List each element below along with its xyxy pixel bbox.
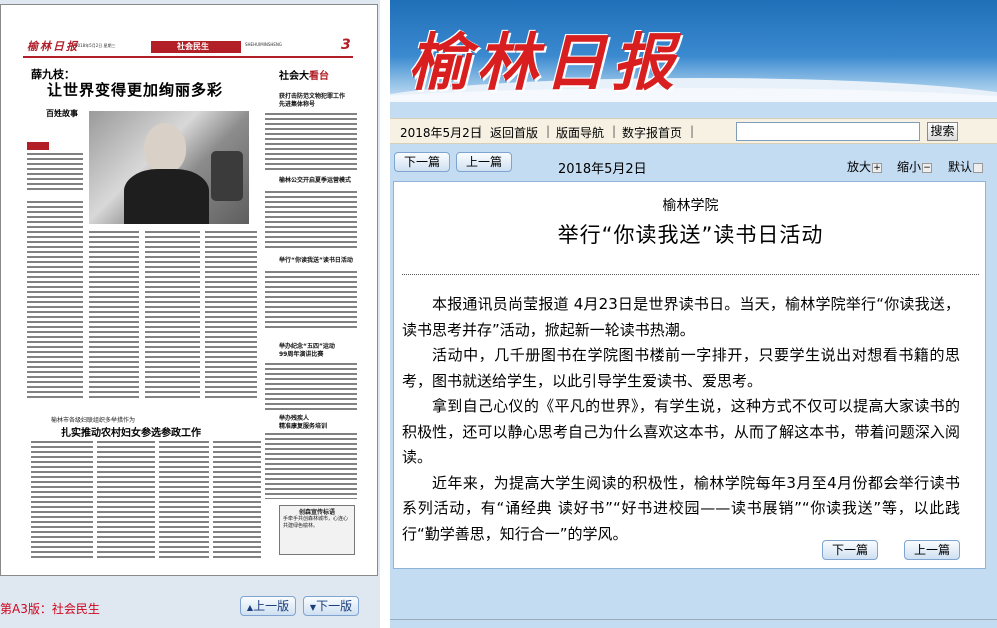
- paper-photo: [89, 111, 249, 224]
- paper-subhead-5[interactable]: 举办残疾人 精准康复服务培训: [279, 415, 349, 431]
- paper-text-block: [31, 441, 93, 559]
- paper-slogan-box: 创森宣传标语 手牵手共创森林城市，心连心共建绿色榆林。: [279, 505, 355, 555]
- paper-red-tag: [27, 142, 49, 150]
- article-toolbar: 下一篇 上一篇 2018年5月2日 放大 + 缩小 − 默认: [390, 150, 997, 180]
- paper-date: 2018年5月2日 星期三: [75, 43, 116, 48]
- article-date: 2018年5月2日: [558, 162, 647, 177]
- nav-bar: 2018年5月2日 | 返回首版 | 版面导航 | 数字报首页 | 搜索: [390, 118, 997, 144]
- paper-text-block: [159, 441, 209, 559]
- bottom-prev-article-button[interactable]: 上一篇: [904, 540, 960, 560]
- paper-page-number: 3: [341, 37, 351, 53]
- paper-text-block: [265, 191, 357, 249]
- current-page-label: 第A3版：社会民生: [0, 602, 100, 616]
- default-box-icon: [973, 162, 984, 173]
- paper-text-block: [265, 433, 357, 499]
- article-paragraph: 活动中，几千册图书在学院图书楼前一字排开，只要学生说出对想看书籍的思考，图书就送…: [402, 346, 960, 390]
- search-button[interactable]: 搜索: [927, 122, 958, 141]
- prev-page-button[interactable]: ▲上一版: [240, 596, 296, 616]
- nav-date: 2018年5月2日: [400, 126, 482, 140]
- paper-logo: 榆林日报: [27, 40, 79, 53]
- paper-section: 社会民生: [151, 41, 241, 53]
- paper-text-block: [213, 441, 261, 559]
- article-body: 本报通讯员尚莹报道 4月23日是世界读书日。当天，榆林学院举行“你读我送，读书思…: [402, 292, 960, 547]
- nav-link-front-page[interactable]: 返回首版: [490, 124, 538, 141]
- paper-side-title: 社会大看台: [279, 71, 329, 82]
- paper-subhead-2[interactable]: 榆林公交开启夏季运营模式: [279, 177, 351, 185]
- paper-text-block: [205, 231, 257, 401]
- site-banner: 榆林日报: [390, 0, 997, 102]
- newspaper-page-image[interactable]: 榆林日报 2018年5月2日 星期三 社会民生 SHEHUIMINSHENG 3…: [0, 4, 378, 576]
- article-paragraph: 近年来，为提高大学生阅读的积极性，榆林学院每年3月至4月份都会举行读书系列活动，…: [402, 473, 960, 543]
- paper-text-block: [265, 363, 357, 413]
- paper-subhead-3[interactable]: 举行“你读我送”读书日活动: [279, 257, 353, 265]
- paper-text-block: [27, 201, 83, 401]
- paper-text-block: [265, 271, 357, 331]
- article-footer: [390, 570, 997, 620]
- article-title: 举行“你读我送”读书日活动: [557, 223, 824, 247]
- next-page-button[interactable]: ▼下一版: [303, 596, 359, 616]
- paper-text-block: [27, 153, 83, 193]
- paper-header: 榆林日报 2018年5月2日 星期三 社会民生 SHEHUIMINSHENG 3: [23, 37, 353, 55]
- zoom-out-button[interactable]: 缩小 −: [897, 158, 933, 175]
- paper-headline[interactable]: 让世界变得更加绚丽多彩: [47, 79, 223, 100]
- article-paragraph: 拿到自己心仪的《平凡的世界》，有学生说，这种方式不仅可以提高大家读书的积极性，还…: [402, 397, 960, 466]
- paper-section-en: SHEHUIMINSHENG: [245, 42, 282, 47]
- search-input[interactable]: [736, 122, 920, 141]
- paper-subhead-1[interactable]: 获打击防范文物犯罪工作 先进集体称号: [279, 93, 345, 109]
- newspaper-pane: 榆林日报 2018年5月2日 星期三 社会民生 SHEHUIMINSHENG 3…: [0, 0, 380, 628]
- paper-text-block: [145, 231, 200, 401]
- page-footer: 第A3版：社会民生 ▲上一版 ▼下一版: [0, 594, 380, 624]
- site-logo[interactable]: 榆林日报: [408, 12, 680, 102]
- bottom-next-article-button[interactable]: 下一篇: [822, 540, 878, 560]
- paper-column-name: 百姓故事: [46, 109, 78, 118]
- article-content: 榆林学院 举行“你读我送”读书日活动 本报通讯员尚莹报道 4月23日是世界读书日…: [393, 181, 986, 569]
- article-pretitle: 榆林学院: [662, 198, 719, 214]
- minus-icon: −: [922, 162, 933, 173]
- prev-article-button[interactable]: 上一篇: [456, 152, 512, 172]
- paper-subhead-4[interactable]: 举办纪念“五四”运动 99周年演讲比赛: [279, 343, 359, 359]
- next-article-button[interactable]: 下一篇: [394, 152, 450, 172]
- article-pane: 榆林日报 2018年5月2日 | 返回首版 | 版面导航 | 数字报首页 | 搜…: [390, 0, 997, 628]
- nav-link-digital-home[interactable]: 数字报首页: [622, 124, 682, 141]
- zoom-in-button[interactable]: 放大 +: [847, 158, 883, 175]
- zoom-default-button[interactable]: 默认: [948, 158, 984, 175]
- paper-header-rule: [23, 56, 353, 58]
- article-divider: [402, 274, 979, 275]
- article-paragraph: 本报通讯员尚莹报道 4月23日是世界读书日。当天，榆林学院举行“你读我送，读书思…: [402, 295, 960, 339]
- paper-text-block: [89, 231, 139, 401]
- paper-text-block: [97, 441, 155, 559]
- paper-text-block: [265, 113, 357, 171]
- paper-mid-headline[interactable]: 扎实推动农村妇女参选参政工作: [61, 424, 201, 439]
- plus-icon: +: [872, 162, 883, 173]
- paper-mid-pretitle: 榆林市各级妇联组织多举措作为: [51, 417, 136, 424]
- nav-link-page-nav[interactable]: 版面导航: [556, 124, 604, 141]
